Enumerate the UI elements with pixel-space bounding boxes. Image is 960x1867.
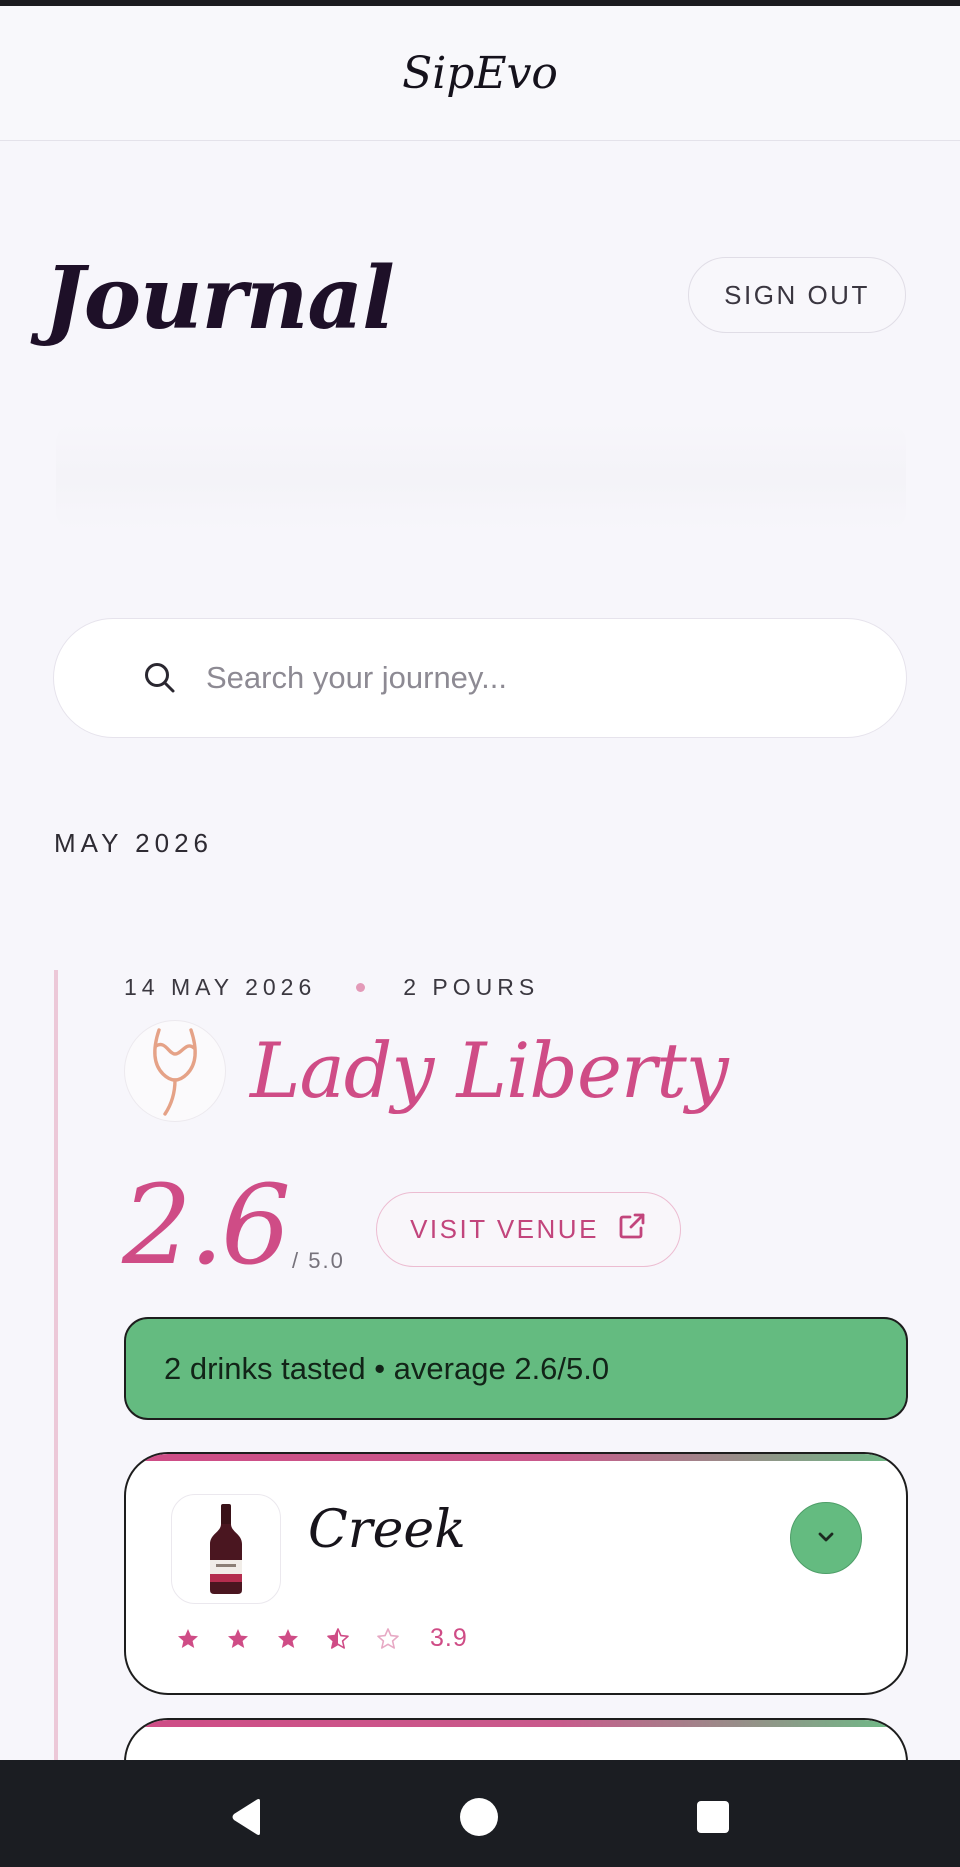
card-accent-bar: [126, 1454, 906, 1461]
back-icon[interactable]: [226, 1797, 266, 1837]
page-title: Journal: [44, 248, 395, 349]
sign-out-button[interactable]: SIGN OUT: [688, 257, 906, 333]
search-bar[interactable]: [53, 618, 907, 738]
tasting-summary-banner: 2 drinks tasted • average 2.6/5.0: [124, 1317, 908, 1420]
visit-venue-label: VISIT VENUE: [410, 1214, 599, 1244]
drink-name: Creek: [308, 1500, 466, 1560]
wine-glass-icon: [124, 1020, 226, 1122]
star-half-icon: [327, 1627, 349, 1649]
entry-meta: 14 MAY 2026 2 POURS: [124, 974, 539, 1001]
star-full-icon: [278, 1628, 298, 1648]
app-header: SipEvo: [0, 6, 960, 141]
card-accent-bar: [126, 1720, 906, 1727]
meta-separator-dot: [356, 983, 366, 992]
expand-drink-button[interactable]: [790, 1502, 862, 1574]
venue-name[interactable]: Lady Liberty: [250, 1026, 729, 1115]
app-brand: SipEvo: [402, 47, 558, 99]
venue-score-max: / 5.0: [292, 1248, 345, 1273]
drink-rating-value: 3.9: [430, 1624, 468, 1652]
drink-rating: 3.9: [176, 1624, 468, 1653]
star-full-icon: [178, 1628, 198, 1648]
drink-card[interactable]: Creek 3.9: [124, 1452, 908, 1695]
search-input[interactable]: [206, 660, 806, 696]
timeline-line: [54, 970, 58, 1760]
month-heading: MAY 2026: [54, 828, 214, 858]
venue-score: 2.6: [122, 1161, 291, 1289]
entry-pours-count: 2 POURS: [403, 974, 540, 1000]
chevron-down-icon: [814, 1525, 838, 1552]
entry-date: 14 MAY 2026: [124, 974, 317, 1000]
star-empty-icon: [377, 1627, 399, 1649]
external-link-icon: [617, 1211, 647, 1248]
loading-placeholder: [56, 422, 906, 532]
visit-venue-button[interactable]: VISIT VENUE: [376, 1192, 681, 1267]
home-icon[interactable]: [459, 1797, 499, 1837]
recents-icon[interactable]: [693, 1797, 733, 1837]
search-icon: [142, 660, 178, 696]
wine-bottle-icon: [171, 1494, 281, 1604]
star-full-icon: [228, 1628, 248, 1648]
